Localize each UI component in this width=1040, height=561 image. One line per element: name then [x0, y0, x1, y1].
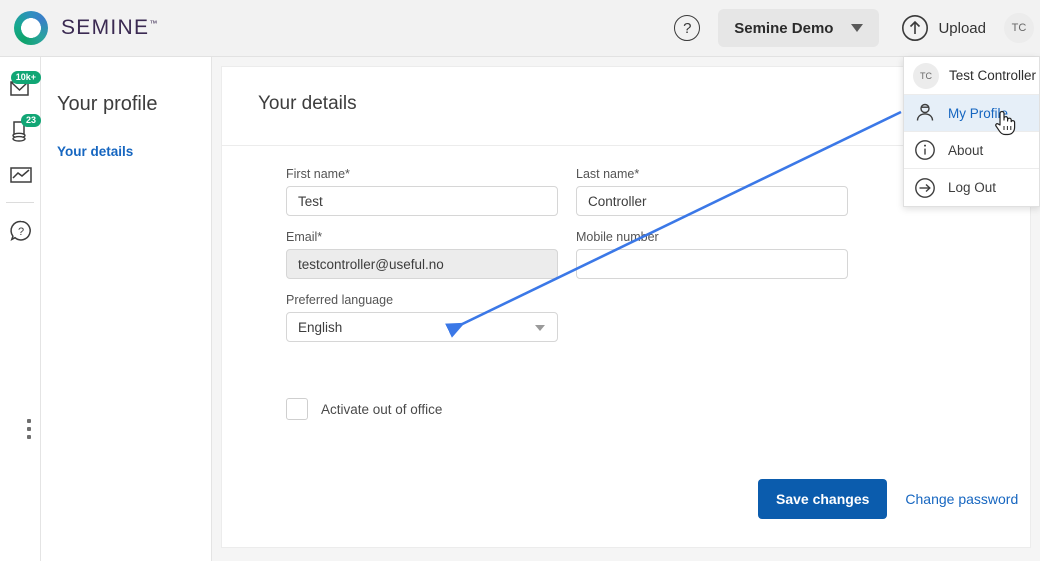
rail-item-inbox[interactable]: 10k+ [0, 67, 41, 110]
out-of-office-row[interactable]: Activate out of office [286, 398, 1030, 420]
mobile-input[interactable] [576, 249, 848, 279]
rail-divider [6, 202, 34, 203]
icon-rail: 10k+ 23 ? [0, 57, 41, 561]
last-name-field: Last name* [576, 167, 848, 216]
rail-item-reports[interactable] [0, 153, 41, 196]
email-input [286, 249, 558, 279]
header-actions: ? Semine Demo Upload TC [674, 9, 1040, 47]
tenant-label: Semine Demo [734, 20, 833, 37]
help-glyph: ? [683, 21, 691, 36]
language-select-wrap [286, 312, 558, 342]
upload-circle-arrow-icon [901, 14, 929, 42]
profile-sidebar: Your profile Your details [41, 57, 212, 561]
help-button[interactable]: ? [674, 15, 700, 41]
handle-dot [27, 435, 31, 439]
chart-icon [9, 165, 33, 185]
info-icon [913, 138, 937, 162]
app-root: SEMINE™ ? Semine Demo Upload TC [0, 0, 1040, 561]
inbox-badge: 10k+ [11, 71, 41, 84]
language-select[interactable] [286, 312, 558, 342]
first-name-label: First name* [286, 167, 558, 181]
user-icon [913, 101, 937, 125]
avatar[interactable]: TC [1004, 13, 1034, 43]
email-field: Email* [286, 230, 558, 279]
menu-avatar: TC [913, 63, 939, 89]
brand-logo[interactable]: SEMINE™ [14, 11, 159, 45]
chevron-down-icon [851, 24, 863, 32]
change-password-link[interactable]: Change password [905, 491, 1018, 507]
brand-name: SEMINE™ [61, 16, 159, 40]
menu-item-my-profile[interactable]: My Profile [904, 95, 1039, 132]
handle-dot [27, 427, 31, 431]
svg-text:?: ? [17, 226, 23, 238]
email-label: Email* [286, 230, 558, 244]
tenant-selector[interactable]: Semine Demo [718, 9, 879, 47]
upload-label: Upload [938, 20, 986, 37]
trademark-symbol: ™ [149, 19, 158, 28]
contact-row: Email* Mobile number [286, 230, 1030, 293]
app-header: SEMINE™ ? Semine Demo Upload TC [0, 0, 1040, 57]
last-name-input[interactable] [576, 186, 848, 216]
sidebar-item-your-details[interactable]: Your details [41, 116, 211, 159]
menu-item-label: About [948, 143, 983, 158]
language-field: Preferred language [286, 293, 558, 342]
brand-name-text: SEMINE [61, 16, 149, 39]
question-mark-circle-icon: ? [674, 15, 700, 41]
menu-item-label: Log Out [948, 180, 996, 195]
language-row: Preferred language [286, 293, 1030, 356]
semine-ring-icon [14, 11, 48, 45]
menu-account-name: Test Controller [949, 68, 1036, 83]
handle-dot [27, 419, 31, 423]
out-of-office-label: Activate out of office [321, 402, 442, 417]
upload-button[interactable]: Upload [901, 14, 986, 42]
form-actions: Save changes Change password [758, 479, 1018, 519]
menu-account-header: TC Test Controller [904, 57, 1039, 95]
menu-item-log-out[interactable]: Log Out [904, 169, 1039, 206]
menu-avatar-initials: TC [920, 71, 932, 81]
user-dropdown-menu: TC Test Controller My Profile About [903, 57, 1040, 207]
help-bubble-icon: ? [9, 219, 33, 243]
first-name-field: First name* [286, 167, 558, 216]
last-name-label: Last name* [576, 167, 848, 181]
first-name-input[interactable] [286, 186, 558, 216]
out-of-office-checkbox[interactable] [286, 398, 308, 420]
menu-item-label: My Profile [948, 106, 1008, 121]
avatar-initials: TC [1012, 22, 1027, 34]
sidebar-title: Your profile [41, 57, 211, 116]
invoices-badge: 23 [21, 114, 41, 127]
menu-item-about[interactable]: About [904, 132, 1039, 169]
save-changes-button[interactable]: Save changes [758, 479, 887, 519]
rail-collapse-handle[interactable] [27, 419, 31, 439]
language-label: Preferred language [286, 293, 558, 307]
rail-item-help[interactable]: ? [0, 209, 41, 252]
logout-icon [913, 176, 937, 200]
mobile-field: Mobile number [576, 230, 848, 279]
rail-item-invoices[interactable]: 23 [0, 110, 41, 153]
mobile-label: Mobile number [576, 230, 848, 244]
